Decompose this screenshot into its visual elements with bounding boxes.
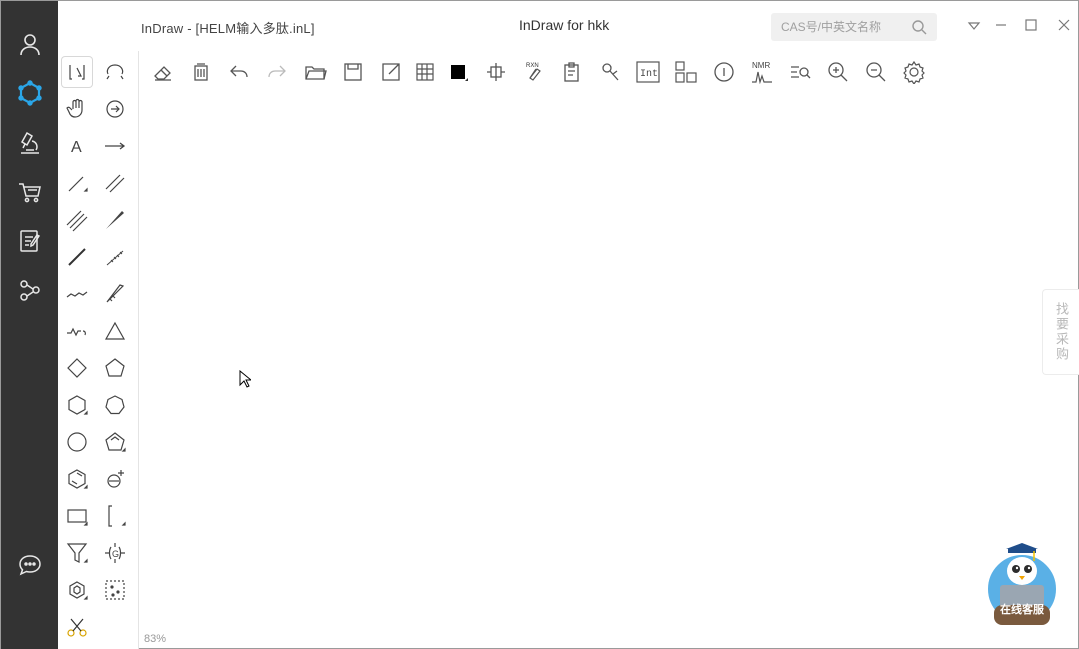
dropdown-menu-button[interactable] — [966, 17, 982, 33]
reaction-clean-icon[interactable]: RXN — [520, 57, 548, 87]
text-tool-icon[interactable]: A — [62, 131, 92, 161]
drawing-canvas[interactable] — [140, 93, 1078, 648]
procurement-tab[interactable]: 找要采购 — [1042, 289, 1079, 375]
maximize-button[interactable] — [1023, 17, 1039, 33]
left-nav-rail — [1, 1, 58, 649]
undo-icon[interactable] — [225, 57, 253, 87]
network-icon[interactable] — [14, 274, 46, 306]
settings-icon[interactable] — [900, 57, 928, 87]
svg-text:A: A — [71, 139, 82, 156]
funnel-tool-icon[interactable] — [62, 538, 92, 568]
arrow-tool-icon[interactable] — [100, 131, 130, 161]
save-icon[interactable] — [339, 57, 367, 87]
template-tool-icon[interactable] — [62, 575, 92, 605]
cyclopentadiene-icon[interactable] — [100, 427, 130, 457]
minimize-button[interactable] — [993, 17, 1009, 33]
dotted-box-icon[interactable] — [100, 575, 130, 605]
app-title: InDraw for hkk — [519, 17, 610, 33]
align-icon[interactable] — [482, 57, 510, 87]
hashed-bond-icon[interactable] — [100, 242, 130, 272]
single-bond-icon[interactable] — [62, 168, 92, 198]
document-title: InDraw - [HELM输入多肽.inL] — [141, 21, 315, 36]
clear-canvas-icon[interactable] — [187, 57, 215, 87]
bracket-tool-icon[interactable] — [100, 501, 130, 531]
clean-structure-icon[interactable] — [596, 57, 624, 87]
search-input[interactable] — [781, 17, 907, 37]
title-bar: InDraw - [HELM输入多肽.inL] InDraw for hkk — [58, 1, 1078, 51]
indraw-window: InDraw - [HELM输入多肽.inL] InDraw for hkk C… — [0, 0, 1079, 649]
eraser-icon[interactable] — [149, 57, 177, 87]
online-service-button[interactable]: 在线客服 — [986, 541, 1058, 627]
open-folder-icon[interactable] — [301, 57, 329, 87]
hollow-wedge-icon[interactable] — [100, 279, 130, 309]
int-button[interactable]: Int — [634, 57, 662, 87]
square-ring-icon[interactable] — [62, 353, 92, 383]
procurement-tab-label: 找要采购 — [1054, 302, 1069, 362]
svg-text:G: G — [112, 549, 119, 559]
triangle-ring-icon[interactable] — [100, 316, 130, 346]
hand-tool-icon[interactable] — [62, 94, 92, 124]
pentagon-ring-icon[interactable] — [100, 353, 130, 383]
zoom-out-icon[interactable] — [862, 57, 890, 87]
redo-icon[interactable] — [263, 57, 291, 87]
chat-icon[interactable] — [14, 549, 46, 581]
mouse-cursor-icon — [239, 370, 251, 388]
hexagon-ring-icon[interactable] — [62, 390, 92, 420]
main-toolbar: RXN Int NMR — [139, 57, 1078, 89]
zoom-in-icon[interactable] — [824, 57, 852, 87]
service-label: 在线客服 — [1000, 604, 1044, 616]
color-picker-icon[interactable] — [444, 57, 472, 87]
svg-text:Int: Int — [640, 69, 658, 80]
cut-tool-icon[interactable] — [62, 612, 92, 642]
bold-bond-icon[interactable] — [62, 242, 92, 272]
wedge-bond-icon[interactable] — [100, 205, 130, 235]
export-icon[interactable] — [377, 57, 405, 87]
group-tool-icon[interactable]: G — [100, 538, 130, 568]
heptagon-ring-icon[interactable] — [100, 390, 130, 420]
zoom-level: 83% — [144, 633, 167, 645]
close-button[interactable] — [1056, 17, 1072, 33]
nmr-icon[interactable]: NMR — [748, 57, 776, 87]
user-icon[interactable] — [14, 28, 46, 60]
charge-tool-icon[interactable] — [100, 464, 130, 494]
periodic-table-icon[interactable] — [672, 57, 700, 87]
rectangle-tool-icon[interactable] — [62, 501, 92, 531]
benzene-ring-icon[interactable] — [62, 464, 92, 494]
triple-bond-icon[interactable] — [62, 205, 92, 235]
double-bond-icon[interactable] — [100, 168, 130, 198]
select-tool-icon[interactable] — [62, 57, 92, 87]
info-icon[interactable] — [710, 57, 738, 87]
octagon-ring-icon[interactable] — [62, 427, 92, 457]
svg-text:NMR: NMR — [752, 61, 770, 70]
search-structure-icon[interactable] — [786, 57, 814, 87]
table-icon[interactable] — [411, 57, 439, 87]
search-box — [771, 13, 937, 41]
lasso-tool-icon[interactable] — [100, 57, 130, 87]
svg-text:RXN: RXN — [526, 63, 539, 69]
notebook-icon[interactable] — [14, 225, 46, 257]
rotate-tool-icon[interactable] — [100, 94, 130, 124]
search-icon[interactable] — [911, 19, 927, 35]
clipboard-icon[interactable] — [558, 57, 586, 87]
molecule-icon[interactable] — [14, 77, 46, 109]
microscope-icon[interactable] — [14, 127, 46, 159]
wavy-bond-icon[interactable] — [62, 279, 92, 309]
tool-palette: A G — [58, 51, 139, 649]
cart-icon[interactable] — [14, 176, 46, 208]
chain-tool-icon[interactable] — [62, 316, 92, 346]
